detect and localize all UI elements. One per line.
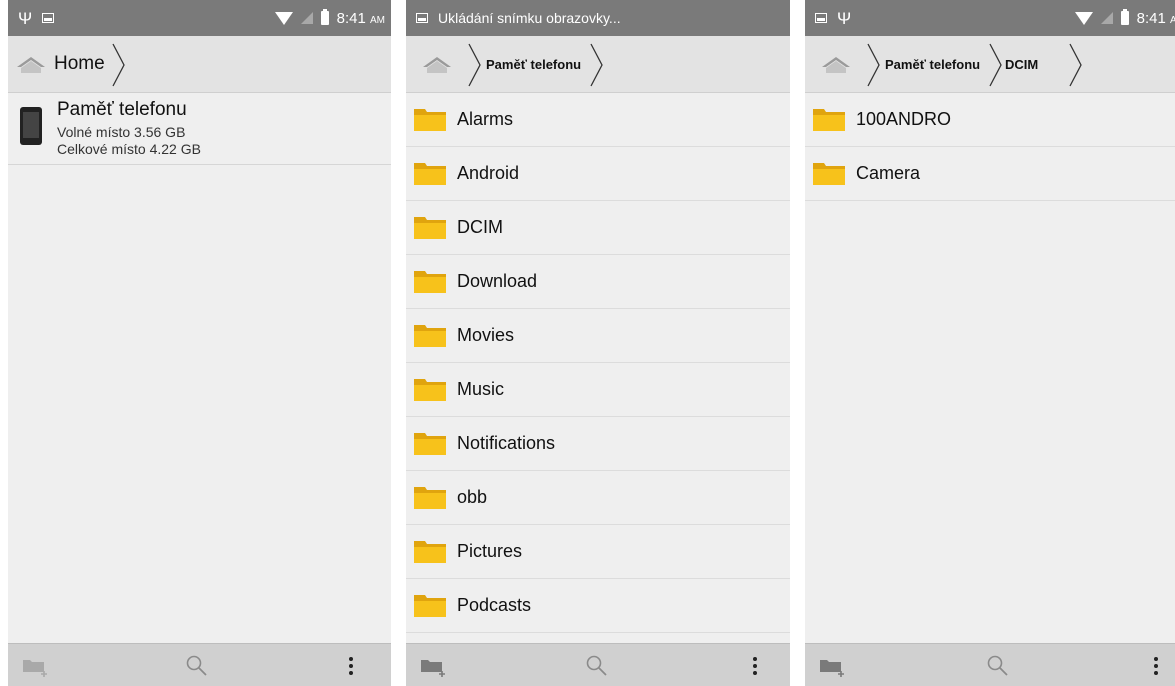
wifi-icon — [274, 11, 293, 25]
clock: 8:41 AM — [1136, 9, 1175, 27]
folder-icon — [414, 271, 446, 293]
battery-icon — [1120, 9, 1129, 25]
status-bar: Ψ 8:41 AM — [8, 0, 391, 36]
list-item[interactable]: Download — [406, 255, 790, 309]
list-item[interactable]: Alarms — [406, 93, 790, 147]
list-item[interactable]: Camera — [805, 147, 1175, 201]
search-icon[interactable] — [586, 655, 608, 677]
overflow-menu-icon[interactable] — [752, 657, 758, 675]
breadcrumb-item-phone-storage[interactable]: Paměť telefonu — [486, 36, 589, 92]
overflow-menu-icon[interactable] — [1153, 657, 1159, 675]
list-item[interactable]: Pictures — [406, 525, 790, 579]
folder-icon — [414, 109, 446, 131]
list-item[interactable]: Movies — [406, 309, 790, 363]
breadcrumb: Paměť telefonu DCIM — [805, 36, 1175, 93]
breadcrumb-separator-icon — [1069, 43, 1082, 87]
breadcrumb-item-dcim[interactable]: DCIM — [1005, 36, 1038, 92]
list-item[interactable]: 100ANDRO — [805, 93, 1175, 147]
folder-icon — [414, 595, 446, 617]
usb-icon: Ψ — [18, 8, 33, 28]
usb-icon: Ψ — [837, 8, 852, 28]
screenshot-icon — [42, 13, 55, 23]
folder-icon — [414, 163, 446, 185]
breadcrumb-item-home[interactable]: Home — [54, 36, 105, 92]
wifi-icon — [1074, 11, 1093, 25]
folder-icon — [813, 163, 845, 185]
status-bar: Ψ 8:41 AM — [805, 0, 1175, 36]
folder-list: Alarms Android DCIM Download Movies Musi… — [406, 93, 790, 653]
breadcrumb-item-phone-storage[interactable]: Paměť telefonu — [885, 36, 988, 92]
notification-ticker: Ukládání snímku obrazovky... — [438, 10, 621, 26]
search-icon[interactable] — [186, 655, 208, 677]
list-item[interactable]: Podcasts — [406, 579, 790, 633]
folder-icon — [414, 541, 446, 563]
new-folder-icon[interactable] — [22, 656, 50, 678]
folder-icon — [414, 433, 446, 455]
signal-icon — [1100, 12, 1113, 24]
folder-icon — [813, 109, 845, 131]
overflow-menu-icon[interactable] — [348, 657, 354, 675]
folder-icon — [414, 379, 446, 401]
storage-free: Volné místo 3.56 GB — [57, 124, 186, 140]
home-icon[interactable] — [16, 56, 46, 74]
screen-phone-storage: Ukládání snímku obrazovky... Paměť telef… — [406, 0, 790, 686]
storage-name: Paměť telefonu — [57, 99, 187, 120]
breadcrumb-separator-icon — [867, 43, 880, 87]
screenshot-icon — [815, 13, 827, 23]
list-item[interactable]: obb — [406, 471, 790, 525]
new-folder-icon[interactable] — [420, 656, 448, 678]
breadcrumb-separator-icon — [590, 43, 603, 87]
folder-icon — [414, 217, 446, 239]
list-item[interactable]: Android — [406, 147, 790, 201]
bottom-toolbar — [406, 643, 790, 686]
phone-storage-icon — [20, 107, 42, 145]
breadcrumb-separator-icon — [468, 43, 481, 87]
folder-list: 100ANDRO Camera — [805, 93, 1175, 201]
breadcrumb: Paměť telefonu — [406, 36, 790, 93]
signal-icon — [300, 12, 313, 24]
status-bar: Ukládání snímku obrazovky... — [406, 0, 790, 36]
screenshot-icon — [416, 13, 428, 23]
storage-total: Celkové místo 4.22 GB — [57, 141, 201, 157]
list-item[interactable]: DCIM — [406, 201, 790, 255]
bottom-toolbar — [8, 643, 391, 686]
screen-dcim: Ψ 8:41 AM Paměť telefonu DCIM 100ANDRO — [805, 0, 1175, 686]
bottom-toolbar — [805, 643, 1175, 686]
home-icon[interactable] — [821, 56, 851, 74]
clock: 8:41 AM — [336, 9, 385, 27]
breadcrumb-separator-icon — [112, 43, 125, 87]
home-icon[interactable] — [422, 56, 452, 74]
screen-home: Ψ 8:41 AM Home Paměť telefonu Volné míst… — [8, 0, 391, 686]
search-icon[interactable] — [987, 655, 1009, 677]
battery-icon — [320, 9, 329, 25]
breadcrumb: Home — [8, 36, 391, 93]
folder-icon — [414, 487, 446, 509]
storage-item-phone[interactable]: Paměť telefonu Volné místo 3.56 GB Celko… — [8, 93, 391, 165]
folder-icon — [414, 325, 446, 347]
list-item[interactable]: Notifications — [406, 417, 790, 471]
new-folder-icon[interactable] — [819, 656, 847, 678]
list-item[interactable]: Music — [406, 363, 790, 417]
breadcrumb-separator-icon — [989, 43, 1002, 87]
